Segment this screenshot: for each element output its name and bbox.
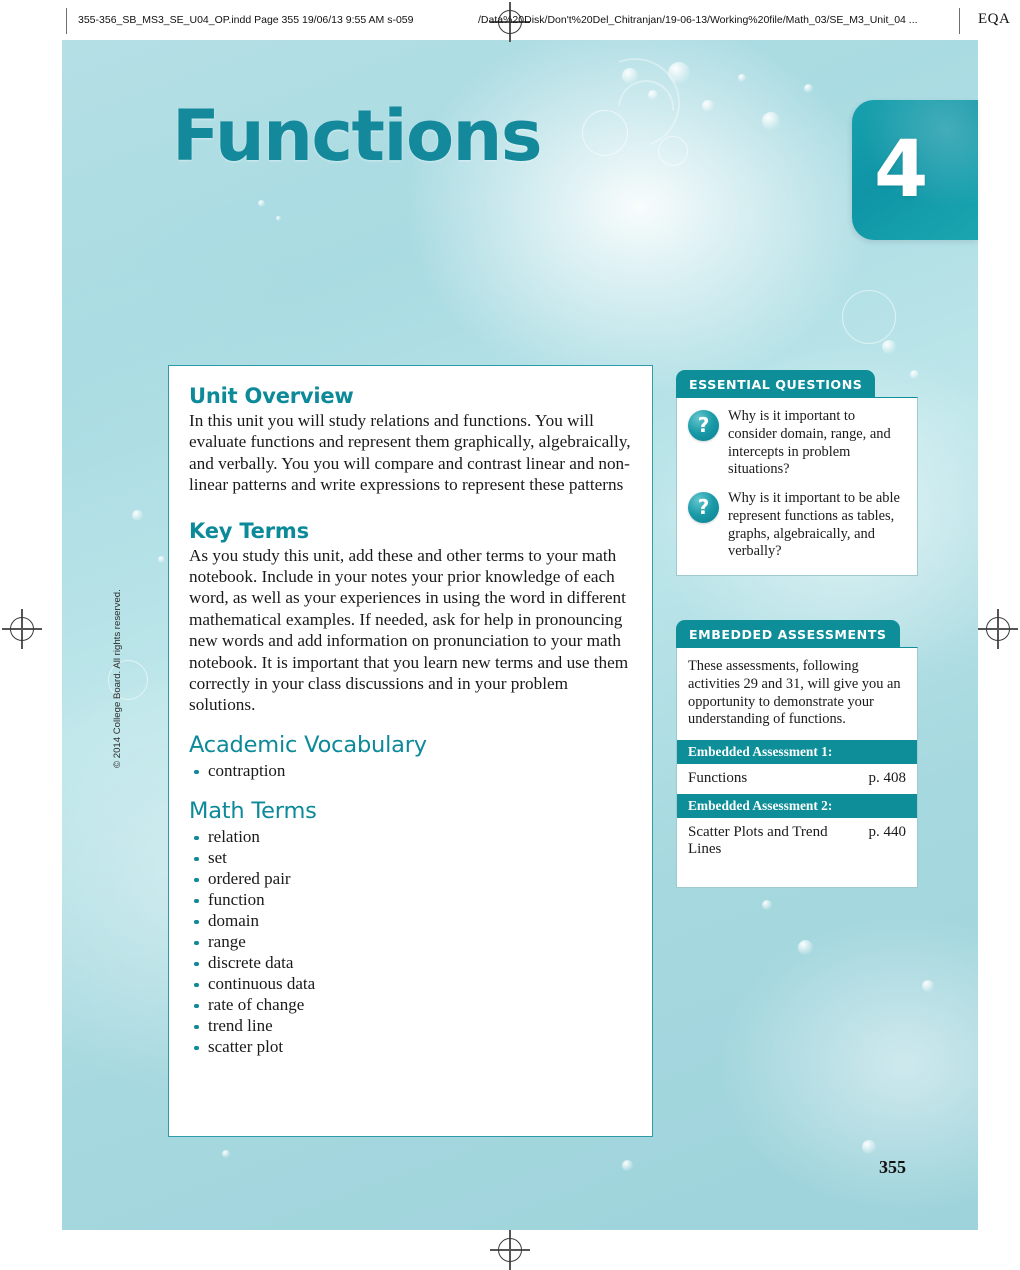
list-item: discrete data xyxy=(189,953,632,974)
slug-eqa-label: EQA xyxy=(978,11,1011,27)
slug-rule-left xyxy=(66,8,67,34)
unit-number-badge: 4 xyxy=(852,100,978,240)
list-item: trend line xyxy=(189,1016,632,1037)
list-item: domain xyxy=(189,911,632,932)
list-item: scatter plot xyxy=(189,1037,632,1058)
embedded-assessments-intro: These assessments, following activities … xyxy=(688,658,901,728)
unit-overview-heading: Unit Overview xyxy=(189,384,354,408)
slug-filename: 355-356_SB_MS3_SE_U04_OP.indd Page 355 1… xyxy=(78,14,414,26)
key-terms-body: As you study this unit, add these and ot… xyxy=(189,545,629,715)
embedded-assessment-2-page: p. 440 xyxy=(868,824,907,841)
slug-filepath: /Data%20Disk/Don't%20Del_Chitranjan/19-0… xyxy=(478,14,918,26)
list-item: relation xyxy=(189,827,632,848)
unit-number-label: 4 xyxy=(874,125,929,215)
essential-question-text: Why is it important to consider domain, … xyxy=(728,408,891,478)
list-item: range xyxy=(189,932,632,953)
unit-content-panel: Unit Overview In this unit you will stud… xyxy=(168,365,653,1137)
page-number: 355 xyxy=(879,1157,906,1177)
embedded-assessment-1-heading: Embedded Assessment 1: xyxy=(677,740,917,765)
embedded-assessment-2-heading: Embedded Assessment 2: xyxy=(677,794,917,819)
unit-title: Functions xyxy=(172,95,543,177)
list-item: rate of change xyxy=(189,995,632,1016)
academic-vocabulary-heading: Academic Vocabulary xyxy=(189,731,427,758)
embedded-assessments-tab-label: EMBEDDED ASSESSMENTS xyxy=(676,620,900,648)
regmark-circle xyxy=(10,617,34,641)
math-terms-list: relation set ordered pair function domai… xyxy=(189,827,632,1058)
embedded-assessments-callout: EMBEDDED ASSESSMENTS These assessments, … xyxy=(676,620,918,889)
textbook-page: 355-356_SB_MS3_SE_U04_OP.indd Page 355 1… xyxy=(0,0,1020,1270)
embedded-assessment-1-row: Functions p. 408 xyxy=(677,764,917,794)
embedded-assessments-spacer xyxy=(677,865,917,887)
embedded-assessment-2-title: Scatter Plots and Trend Lines xyxy=(688,824,828,858)
question-mark-icon: ? xyxy=(688,492,719,524)
essential-question-text: Why is it important to be able represent… xyxy=(728,490,900,560)
embedded-assessment-1-title: Functions xyxy=(688,770,748,787)
key-terms-heading: Key Terms xyxy=(189,518,309,543)
list-item: ordered pair xyxy=(189,869,632,890)
embedded-assessment-2-row: Scatter Plots and Trend Lines p. 440 xyxy=(677,818,917,865)
essential-questions-callout: ESSENTIAL QUESTIONS ? Why is it importan… xyxy=(676,370,918,577)
regmark-circle xyxy=(986,617,1010,641)
academic-vocabulary-list: contraption xyxy=(189,761,632,782)
essential-questions-tab-label: ESSENTIAL QUESTIONS xyxy=(676,370,876,398)
list-item: set xyxy=(189,848,632,869)
list-item: function xyxy=(189,890,632,911)
essential-question-row: ? Why is it important to consider domain… xyxy=(688,408,906,479)
essential-question-row: ? Why is it important to be able represe… xyxy=(688,490,906,561)
copyright-notice: © 2014 College Board. All rights reserve… xyxy=(112,589,123,768)
embedded-assessment-1-page: p. 408 xyxy=(868,770,907,787)
slug-rule-right xyxy=(959,8,960,34)
math-terms-heading: Math Terms xyxy=(189,797,317,824)
unit-overview-body: In this unit you will study relations an… xyxy=(189,411,631,495)
question-mark-icon: ? xyxy=(688,410,719,441)
regmark-circle xyxy=(498,1238,522,1262)
essential-questions-body: ? Why is it important to consider domain… xyxy=(676,397,918,577)
embedded-assessments-body: These assessments, following activities … xyxy=(676,647,918,889)
list-item: continuous data xyxy=(189,974,632,995)
list-item: contraption xyxy=(189,761,632,782)
